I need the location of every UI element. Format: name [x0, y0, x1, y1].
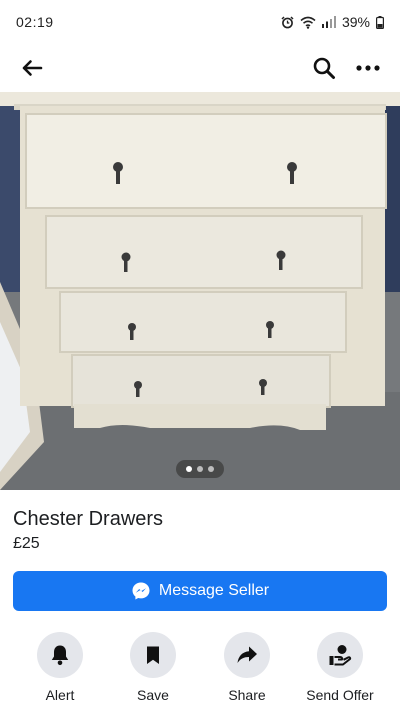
more-options-icon [356, 65, 380, 71]
wifi-icon [300, 16, 316, 29]
alert-action[interactable]: Alert [15, 632, 105, 703]
share-action[interactable]: Share [202, 632, 292, 703]
pager-dot [208, 466, 214, 472]
more-options-button[interactable] [350, 50, 386, 86]
alert-button[interactable] [37, 632, 83, 678]
search-icon [313, 57, 335, 79]
save-button[interactable] [130, 632, 176, 678]
status-icons: 39% [281, 14, 384, 30]
signal-icon [321, 16, 336, 28]
alert-label: Alert [45, 687, 75, 703]
status-bar: 02:19 39% [0, 0, 400, 44]
messenger-icon [132, 582, 150, 600]
pager-dot [186, 466, 192, 472]
back-arrow-icon [22, 60, 43, 76]
pager-dot [197, 466, 203, 472]
listing-photo[interactable] [0, 92, 400, 490]
battery-text: 39% [341, 14, 370, 30]
message-seller-label: Message Seller [158, 582, 270, 599]
status-time: 02:19 [16, 14, 54, 30]
photo-pager[interactable] [176, 460, 224, 478]
search-button[interactable] [306, 50, 342, 86]
share-button[interactable] [224, 632, 270, 678]
battery-icon [376, 15, 384, 29]
bell-icon [51, 645, 69, 666]
message-seller-button[interactable]: Message Seller [13, 571, 387, 611]
chest-of-drawers-image [0, 92, 400, 490]
back-button[interactable] [14, 50, 50, 86]
alarm-icon [281, 15, 294, 29]
offer-hand-icon [329, 645, 352, 666]
send-offer-button[interactable] [317, 632, 363, 678]
bookmark-icon [147, 646, 159, 664]
listing-price: £25 [13, 535, 40, 552]
listing-actions: Alert Save Share Send Offer [0, 632, 400, 710]
top-bar [0, 44, 400, 92]
send-offer-label: Send Offer [306, 687, 374, 703]
share-label: Share [228, 687, 266, 703]
listing-title: Chester Drawers [13, 508, 164, 530]
save-label: Save [137, 687, 169, 703]
send-offer-action[interactable]: Send Offer [295, 632, 385, 703]
share-arrow-icon [237, 646, 257, 663]
save-action[interactable]: Save [108, 632, 198, 703]
